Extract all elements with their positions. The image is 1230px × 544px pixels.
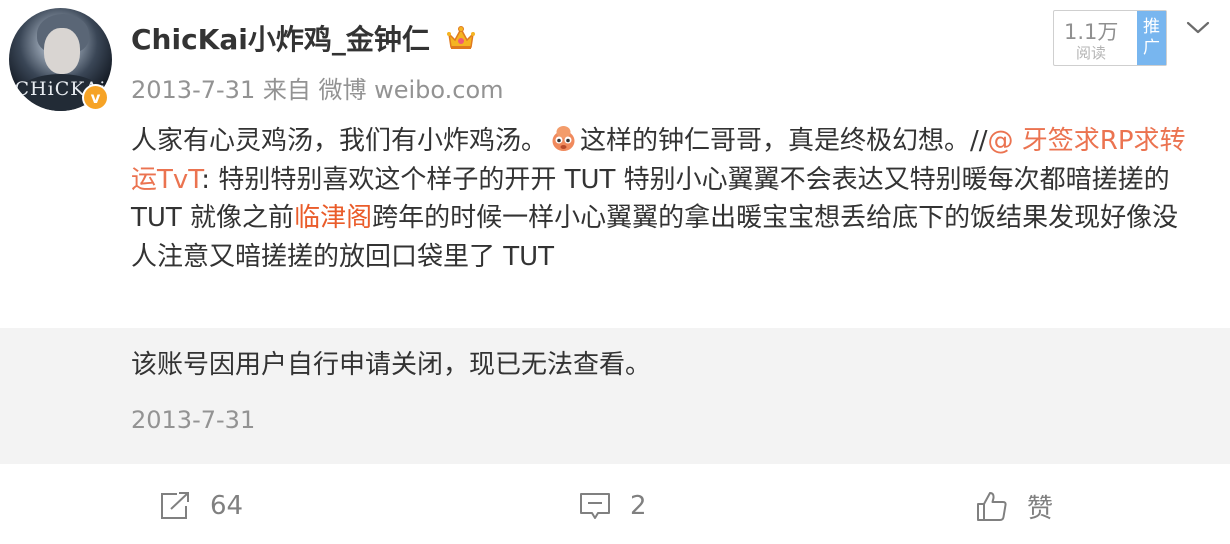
repost-box[interactable]: 该账号因用户自行申请关闭，现已无法查看。 2013-7-31 xyxy=(0,328,1230,464)
like-button[interactable]: 赞 xyxy=(975,486,1053,526)
promo-tag[interactable]: 推广 xyxy=(1137,11,1166,65)
like-label: 赞 xyxy=(1027,493,1054,524)
post-meta: 2013-7-31 来自 微博 weibo.com xyxy=(131,70,504,105)
chevron-down-icon[interactable] xyxy=(1185,19,1211,37)
comment-button[interactable]: 2 xyxy=(578,486,647,526)
avatar-face xyxy=(44,28,80,74)
crown-icon[interactable] xyxy=(446,23,476,53)
comment-count: 2 xyxy=(630,491,647,521)
post-content: 人家有心灵鸡汤，我们有小炸鸡汤。 这样的钟仁哥哥，真是终极幻想。//@ 牙签求R… xyxy=(131,122,1201,276)
views-counter[interactable]: 1.1万 阅读 推广 xyxy=(1053,10,1167,66)
post-source: 来自 微博 weibo.com xyxy=(262,76,504,104)
post-text-part1: 人家有心灵鸡汤，我们有小炸鸡汤。 xyxy=(131,126,548,156)
like-icon xyxy=(977,492,1007,521)
repost-text: 该账号因用户自行申请关闭，现已无法查看。 xyxy=(131,350,652,380)
comment-icon xyxy=(580,493,610,519)
post-date[interactable]: 2013-7-31 xyxy=(131,76,255,104)
svg-text:v: v xyxy=(91,89,101,107)
share-count: 64 xyxy=(210,491,244,521)
share-button[interactable]: 64 xyxy=(158,486,243,526)
share-icon xyxy=(161,492,189,519)
post-text-part2: 这样的钟仁哥哥，真是终极幻想。// xyxy=(580,126,988,156)
repost-date[interactable]: 2013-7-31 xyxy=(131,406,255,434)
place-link[interactable]: 临津阁 xyxy=(294,203,372,233)
username[interactable]: ChicKai小炸鸡_金钟仁 xyxy=(131,18,430,58)
emoji-icon xyxy=(552,126,575,151)
verified-badge-icon: v xyxy=(82,84,109,111)
views-label: 阅读 xyxy=(1076,44,1107,62)
